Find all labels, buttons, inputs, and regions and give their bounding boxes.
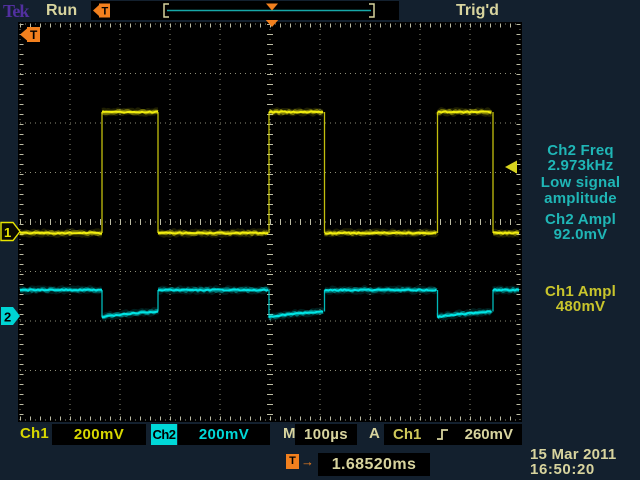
measurement-ch2-freq-note: Low signal amplitude: [521, 175, 640, 206]
measurement-ch1-ampl-value: 480mV: [521, 299, 640, 315]
timebase-label: M: [283, 425, 296, 442]
time-display: 16:50:20: [530, 461, 595, 478]
timebase-readout: 100µs: [295, 424, 357, 445]
ch1-scale-readout: 200mV: [52, 424, 146, 445]
trigger-level-value: 260mV: [465, 426, 513, 443]
delay-time-readout: 1.68520ms: [318, 453, 430, 476]
trigger-mode-label: A: [369, 425, 380, 442]
record-trigger-marker-icon: [266, 4, 278, 11]
ch2-marker-label: 2: [4, 310, 11, 325]
graticule-background: [18, 22, 522, 422]
trigger-status: Trig'd: [456, 2, 499, 20]
acquisition-status: Run: [46, 2, 77, 20]
ch2-label-selected: Ch2: [151, 424, 177, 445]
horizontal-trigger-position-icon: T: [93, 4, 110, 18]
title-bar: Tek Run T Trig'd: [0, 0, 640, 22]
measurement-ch2-ampl-value: 92.0mV: [521, 227, 640, 243]
record-view-graphic: T: [91, 1, 399, 20]
record-view: T: [91, 1, 399, 20]
measurement-ch2-freq-value: 2.973kHz: [521, 158, 640, 174]
delay-trigger-icon: T: [286, 454, 299, 469]
trigger-readout: Ch1 260mV: [384, 424, 522, 445]
tek-logo: Tek: [3, 1, 28, 22]
right-arrow-icon: →: [301, 455, 314, 468]
ch1-label: Ch1: [20, 425, 49, 442]
ch1-marker-label: 1: [4, 225, 11, 240]
oscilloscope-screen: 1 2 T Tek Run T: [0, 0, 640, 480]
rising-edge-icon: [436, 428, 449, 441]
record-trigger-icon-label: T: [102, 6, 109, 18]
ch2-scale-readout: 200mV: [178, 424, 270, 445]
trigger-source: Ch1: [393, 426, 421, 443]
